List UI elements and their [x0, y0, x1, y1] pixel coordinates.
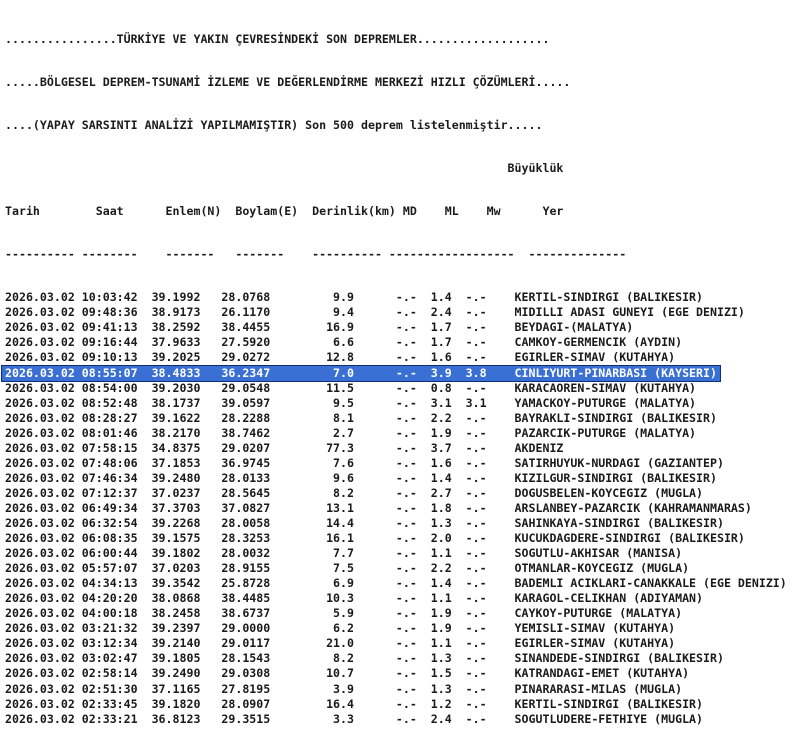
header-underline: ---------- -------- ------- ------- ----… [5, 247, 627, 262]
column-header-row: Tarih Saat Enlem(N) Boylam(E) Derinlik(k… [5, 204, 564, 219]
table-row[interactable]: 2026.03.02 04:00:18 38.2458 38.6737 5.9 … [5, 606, 787, 621]
info-line: ....(YAPAY SARSINTI ANALİZİ YAPILMAMIŞTI… [5, 118, 543, 133]
table-row[interactable]: 2026.03.02 06:32:54 39.2268 28.0058 14.4… [5, 516, 787, 531]
table-row[interactable]: 2026.03.02 04:34:13 39.3542 25.8728 6.9 … [5, 576, 787, 591]
table-row[interactable]: 2026.03.02 08:52:48 38.1737 39.0597 9.5 … [5, 396, 787, 411]
table-row[interactable]: 2026.03.02 02:58:14 39.2490 29.0308 10.7… [5, 666, 787, 681]
earthquake-table-body: 2026.03.02 10:03:42 39.1992 28.0768 9.9 … [1, 290, 787, 727]
table-row[interactable]: 2026.03.02 07:58:15 34.8375 29.0207 77.3… [5, 441, 787, 456]
table-row[interactable]: 2026.03.02 07:46:34 39.2480 28.0133 9.6 … [5, 471, 787, 486]
table-row[interactable]: 2026.03.02 07:12:37 37.0237 28.5645 8.2 … [5, 486, 787, 501]
table-row[interactable]: 2026.03.02 07:48:06 37.1853 36.9745 7.6 … [5, 456, 787, 471]
table-row[interactable]: 2026.03.02 02:51:30 37.1165 27.8195 3.9 … [5, 682, 787, 697]
table-row[interactable]: 2026.03.02 09:10:13 39.2025 29.0272 12.8… [5, 350, 787, 365]
table-row[interactable]: 2026.03.02 08:54:00 39.2030 29.0548 11.5… [5, 381, 787, 396]
row-text: 2026.03.02 08:55:07 38.4833 36.2347 7.0 … [5, 365, 717, 380]
table-row[interactable]: 2026.03.02 08:01:46 38.2170 38.7462 2.7 … [5, 426, 787, 441]
table-row[interactable]: 2026.03.02 10:03:42 39.1992 28.0768 9.9 … [5, 290, 787, 305]
table-row[interactable]: 2026.03.02 06:08:35 39.1575 28.3253 16.1… [5, 531, 787, 546]
subtitle-line: .....BÖLGESEL DEPREM-TSUNAMİ İZLEME VE D… [5, 75, 571, 90]
table-row[interactable]: 2026.03.02 06:00:44 39.1802 28.0032 7.7 … [5, 546, 787, 561]
earthquake-list: ................TÜRKİYE VE YAKIN ÇEVRESİ… [1, 0, 787, 741]
table-row[interactable]: 2026.03.02 06:49:34 37.3703 37.0827 13.1… [5, 501, 787, 516]
table-row[interactable]: 2026.03.02 08:28:27 39.1622 28.2288 8.1 … [5, 411, 787, 426]
table-row[interactable]: 2026.03.02 09:41:13 38.2592 38.4455 16.9… [5, 320, 787, 335]
table-row[interactable]: 2026.03.02 02:33:45 39.1820 28.0907 16.4… [5, 697, 787, 712]
title-line: ................TÜRKİYE VE YAKIN ÇEVRESİ… [5, 32, 550, 46]
table-row[interactable]: 2026.03.02 09:48:36 38.9173 26.1170 9.4 … [5, 305, 787, 320]
table-row[interactable]: 2026.03.02 04:20:20 38.0868 38.4485 10.3… [5, 591, 787, 606]
table-row[interactable]: 2026.03.02 03:12:34 39.2140 29.0117 21.0… [5, 636, 787, 651]
table-row-selected[interactable]: 2026.03.02 08:55:07 38.4833 36.2347 7.0 … [1, 364, 787, 382]
table-row[interactable]: 2026.03.02 05:57:07 37.0203 28.9155 7.5 … [5, 561, 787, 576]
table-row[interactable]: 2026.03.02 09:16:44 37.9633 27.5920 6.6 … [5, 335, 787, 350]
table-row[interactable]: 2026.03.02 02:33:21 36.8123 29.3515 3.3 … [5, 712, 787, 727]
table-row[interactable]: 2026.03.02 03:02:47 39.1805 28.1543 8.2 … [5, 651, 787, 666]
magnitude-group-header: Büyüklük [5, 161, 564, 176]
table-row[interactable]: 2026.03.02 03:21:32 39.2397 29.0000 6.2 … [5, 621, 787, 636]
